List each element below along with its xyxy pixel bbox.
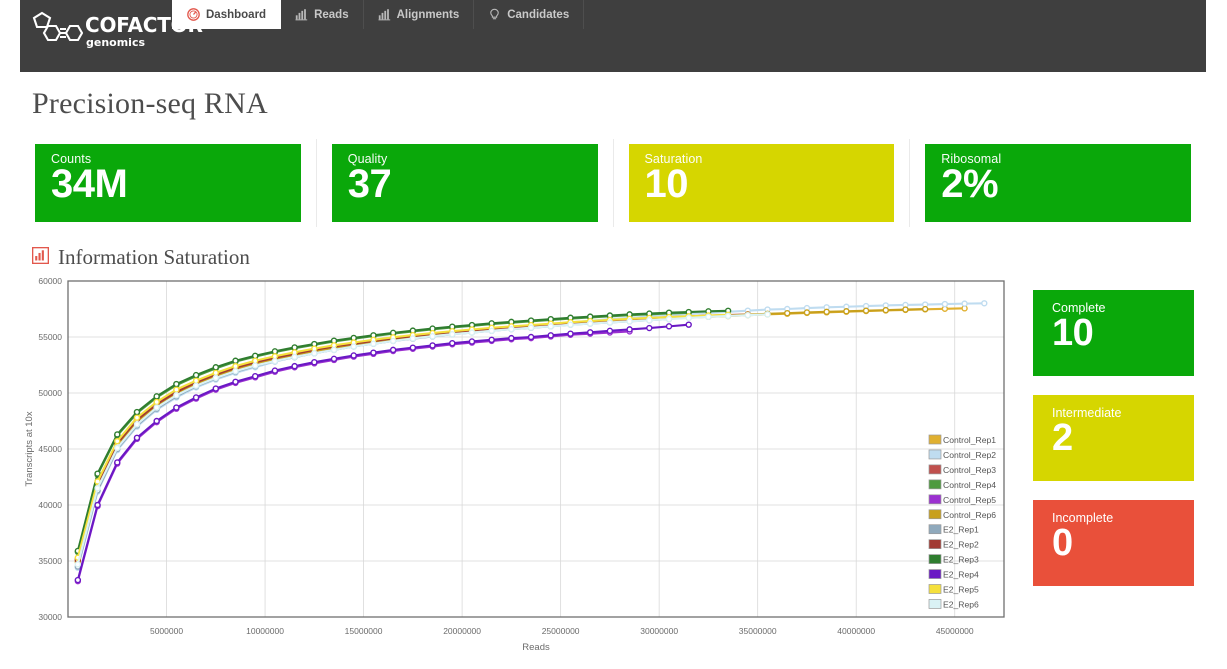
nav-tab-candidates[interactable]: Candidates: [474, 0, 585, 29]
nav-tab-dashboard[interactable]: Dashboard: [172, 0, 282, 29]
section-title: Information Saturation: [58, 245, 250, 269]
legend-label: E2_Rep1: [943, 525, 979, 535]
lightbulb-icon: [488, 8, 501, 21]
legend-swatch: [928, 464, 942, 475]
molecule-logo-icon: [31, 10, 84, 52]
stat-label: Saturation: [644, 152, 703, 166]
information-saturation-chart[interactable]: 30000 35000 40000 45000 50000 55000 60000 50000…: [20, 272, 1020, 660]
stat-card-ribosomal[interactable]: Ribosomal 2%: [925, 144, 1191, 222]
legend-swatch: [928, 479, 942, 490]
bar-chart-icon: [295, 8, 308, 21]
svg-text:5000000: 5000000: [150, 626, 183, 636]
stat-cell-quality: Quality 37: [317, 139, 614, 227]
nav-tab-label: Dashboard: [206, 8, 267, 21]
chart-series: [74, 321, 692, 584]
svg-text:30000: 30000: [38, 612, 62, 622]
stat-label: Counts: [51, 152, 92, 166]
legend-label: E2_Rep6: [943, 599, 979, 609]
nav-tab-label: Candidates: [507, 8, 570, 21]
legend-swatch: [928, 569, 942, 579]
dashboard-page: COFACTOR genomics Dashboard Reads Alignm…: [0, 0, 1227, 669]
legend-label: E2_Rep5: [943, 585, 979, 595]
status-label: Intermediate: [1052, 406, 1122, 420]
page-title: Precision-seq RNA: [32, 87, 268, 120]
legend-swatch: [928, 434, 942, 445]
status-value: 2: [1052, 417, 1073, 459]
chart-svg: 30000 35000 40000 45000 50000 55000 60000 50000…: [24, 276, 1005, 653]
chart-series: [74, 305, 968, 566]
status-value: 0: [1052, 522, 1073, 564]
legend-label: Control_Rep2: [943, 450, 996, 460]
status-value: 10: [1052, 312, 1094, 354]
stat-value: 2%: [941, 162, 999, 206]
legend-swatch: [928, 584, 942, 594]
svg-text:50000: 50000: [38, 388, 62, 398]
legend-label: E2_Rep3: [943, 555, 979, 565]
stat-value: 10: [644, 162, 689, 206]
legend-swatch: [928, 599, 942, 609]
legend-label: E2_Rep2: [943, 540, 979, 550]
stat-card-row: Counts 34M Quality 37 Saturation 10 Ribo…: [20, 139, 1206, 227]
y-axis-label: Transcripts at 10x: [24, 411, 35, 486]
chart-series: [74, 309, 692, 556]
stat-card-quality[interactable]: Quality 37: [331, 144, 598, 222]
legend-swatch: [928, 449, 942, 460]
svg-text:55000: 55000: [38, 332, 62, 342]
svg-text:40000000: 40000000: [837, 626, 875, 636]
stat-cell-saturation: Saturation 10: [614, 139, 911, 227]
stat-label: Ribosomal: [941, 152, 1002, 166]
legend-label: Control_Rep4: [943, 480, 996, 490]
legend-swatch: [928, 494, 942, 505]
svg-text:10000000: 10000000: [246, 626, 284, 636]
legend-label: Control_Rep1: [943, 435, 996, 445]
stat-card-saturation[interactable]: Saturation 10: [628, 144, 895, 222]
nav-tab-reads[interactable]: Reads: [281, 0, 364, 29]
svg-text:35000000: 35000000: [739, 626, 777, 636]
svg-text:25000000: 25000000: [542, 626, 580, 636]
nav-tab-label: Alignments: [396, 8, 460, 21]
nav-tab-label: Reads: [314, 8, 349, 21]
stat-cell-counts: Counts 34M: [20, 139, 317, 227]
svg-text:45000: 45000: [38, 444, 62, 454]
stat-cell-ribosomal: Ribosomal 2%: [910, 139, 1206, 227]
svg-text:20000000: 20000000: [443, 626, 481, 636]
svg-text:40000: 40000: [38, 500, 62, 510]
stat-card-counts[interactable]: Counts 34M: [35, 144, 301, 222]
legend-label: E2_Rep4: [943, 570, 979, 580]
svg-text:45000000: 45000000: [936, 626, 974, 636]
stat-value: 34M: [51, 162, 128, 206]
nav-tabs: Dashboard Reads Alignments Candidates: [172, 0, 585, 29]
stat-label: Quality: [347, 152, 388, 166]
legend-swatch: [928, 524, 942, 535]
svg-text:35000: 35000: [38, 556, 62, 566]
legend-swatch: [928, 554, 942, 564]
svg-text:15000000: 15000000: [345, 626, 383, 636]
status-card-complete[interactable]: Complete 10: [1033, 290, 1194, 376]
nav-tab-alignments[interactable]: Alignments: [364, 0, 475, 29]
legend-swatch: [928, 539, 942, 549]
svg-text:60000: 60000: [38, 276, 62, 286]
x-axis-label: Reads: [522, 642, 550, 653]
legend-label: Control_Rep6: [943, 510, 996, 520]
chart-series: [74, 305, 929, 565]
bar-chart-icon: [31, 246, 50, 269]
legend-label: Control_Rep3: [943, 465, 996, 475]
gauge-icon: [187, 8, 200, 21]
legend-swatch: [928, 509, 942, 520]
bar-chart-icon: [378, 8, 391, 21]
status-label: Incomplete: [1052, 511, 1114, 525]
status-summary-cards: Complete 10 Intermediate 2 Incomplete 0: [1033, 290, 1194, 605]
status-card-incomplete[interactable]: Incomplete 0: [1033, 500, 1194, 586]
brand-subtitle: genomics: [86, 35, 146, 49]
legend-label: Control_Rep5: [943, 495, 996, 505]
chart-series: [74, 311, 771, 568]
svg-text:30000000: 30000000: [640, 626, 678, 636]
top-navbar: COFACTOR genomics Dashboard Reads Alignm…: [20, 0, 1206, 72]
section-header-information-saturation: Information Saturation: [31, 245, 250, 270]
status-card-intermediate[interactable]: Intermediate 2: [1033, 395, 1194, 481]
chart-series: [74, 307, 732, 555]
stat-value: 37: [347, 162, 392, 206]
chart-series: [74, 328, 633, 585]
